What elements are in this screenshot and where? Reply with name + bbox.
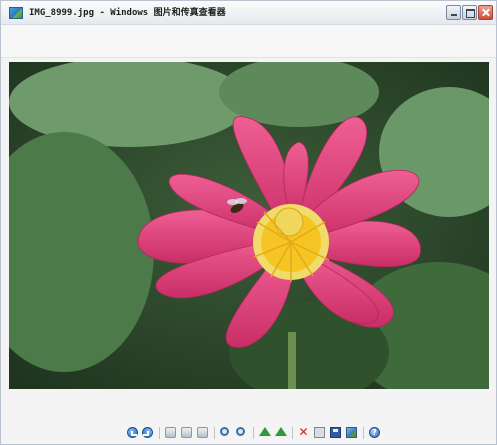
maximize-button[interactable]	[462, 5, 477, 20]
minimize-button[interactable]	[446, 5, 461, 20]
rotate-clockwise-icon[interactable]	[259, 427, 271, 436]
viewer-toolbar: ✕ ?	[1, 394, 496, 444]
zoom-out-icon[interactable]	[236, 427, 245, 436]
toolbar-divider	[159, 427, 160, 439]
title-bar[interactable]: IMG_8999.jpg - Windows 图片和传真查看器	[1, 1, 496, 25]
toolbar-divider	[363, 427, 364, 439]
actual-size-icon[interactable]	[181, 427, 192, 438]
rotate-counterclockwise-icon[interactable]	[275, 427, 287, 436]
print-icon[interactable]	[314, 427, 325, 438]
open-for-editing-icon[interactable]	[346, 427, 357, 438]
app-icon	[9, 7, 23, 19]
top-blank-area	[1, 25, 496, 58]
next-image-icon[interactable]	[142, 427, 153, 438]
close-button[interactable]	[478, 5, 493, 20]
lotus-photo	[9, 62, 489, 389]
toolbar-divider	[253, 427, 254, 439]
image-viewer-window: IMG_8999.jpg - Windows 图片和传真查看器 ✕ ?	[0, 0, 497, 445]
stem	[288, 332, 296, 389]
best-fit-icon[interactable]	[165, 427, 176, 438]
toolbar-divider	[292, 427, 293, 439]
help-icon[interactable]: ?	[369, 427, 380, 438]
toolbar-divider	[214, 427, 215, 439]
slideshow-icon[interactable]	[197, 427, 208, 438]
delete-icon[interactable]: ✕	[298, 426, 309, 438]
window-title: IMG_8999.jpg - Windows 图片和传真查看器	[29, 8, 226, 18]
image-display-area[interactable]	[9, 62, 489, 389]
previous-image-icon[interactable]	[127, 427, 138, 438]
zoom-in-icon[interactable]	[220, 427, 229, 436]
save-icon[interactable]	[330, 427, 341, 438]
